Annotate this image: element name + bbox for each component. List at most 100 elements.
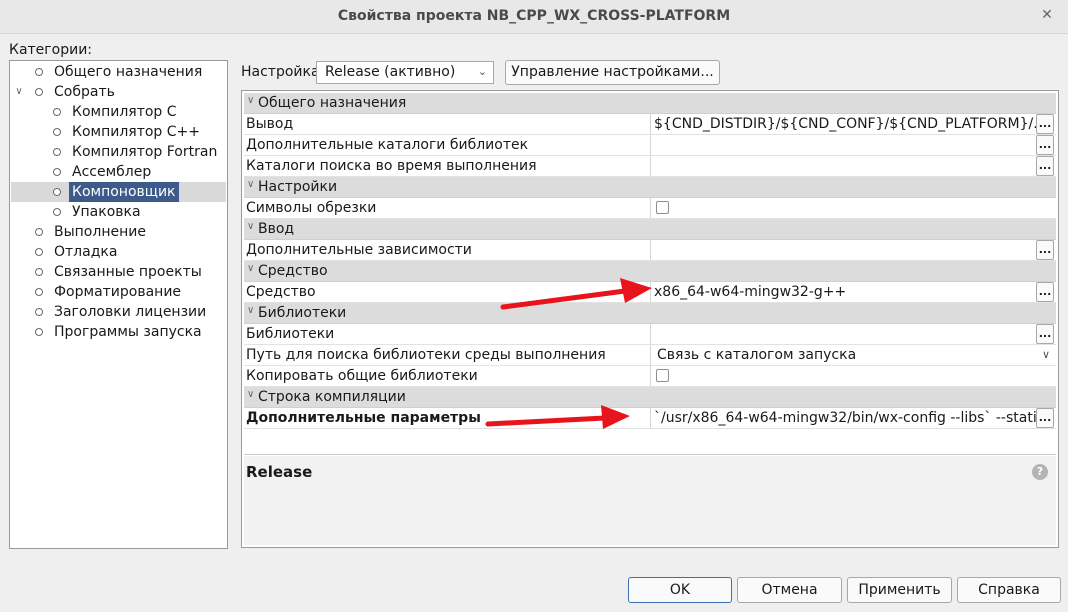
categories-label: Категории: [9, 42, 93, 58]
tree-item-label: Компоновщик [69, 182, 179, 202]
property-category-label: Библиотеки [258, 305, 347, 321]
tree-item-label: Программы запуска [54, 324, 202, 340]
tree-item[interactable]: Общего назначения [10, 62, 226, 82]
tree-item-label: Компилятор Fortran [72, 144, 218, 160]
property-row[interactable]: Копировать общие библиотеки [244, 366, 1056, 387]
chevron-down-icon[interactable]: ∨ [247, 389, 254, 400]
property-category-label: Ввод [258, 221, 295, 237]
tree-bullet-icon [53, 108, 61, 116]
property-category[interactable]: ∨ Ввод [244, 219, 1056, 240]
property-category[interactable]: ∨ Настройки [244, 177, 1056, 198]
categories-tree[interactable]: Общего назначения ∨ Собрать Компилятор C Ком… [9, 60, 228, 549]
tree-item[interactable]: ∨ Собрать [10, 82, 226, 102]
property-name: Библиотеки [246, 326, 335, 342]
tree-item[interactable]: Компоновщик [10, 182, 226, 202]
tree-item-label: Собрать [54, 84, 115, 100]
chevron-down-icon[interactable]: ∨ [247, 221, 254, 232]
property-category[interactable]: ∨ Библиотеки [244, 303, 1056, 324]
cancel-button[interactable]: Отмена [737, 577, 842, 603]
help-button[interactable]: Справка [957, 577, 1061, 603]
property-row[interactable]: Вывод ${CND_DISTDIR}/${CND_CONF}/${CND_PL… [244, 114, 1056, 135]
property-category[interactable]: ∨ Средство [244, 261, 1056, 282]
tree-bullet-icon [35, 228, 43, 236]
property-value[interactable]: `/usr/x86_64-w64-mingw32/bin/wx-config -… [654, 410, 1036, 426]
ellipsis-button[interactable]: ... [1036, 156, 1054, 176]
ellipsis-button[interactable]: ... [1036, 282, 1054, 302]
chevron-down-icon[interactable]: ∨ [1042, 348, 1050, 361]
property-row[interactable]: Средство x86_64-w64-mingw32-g++... [244, 282, 1056, 303]
property-category-label: Строка компиляции [258, 389, 406, 405]
chevron-down-icon: ⌄ [477, 65, 487, 78]
ellipsis-button[interactable]: ... [1036, 135, 1054, 155]
tree-item-label: Компилятор C++ [72, 124, 200, 140]
chevron-down-icon[interactable]: ∨ [247, 179, 254, 190]
ok-button[interactable]: OK [628, 577, 732, 603]
tree-item[interactable]: Упаковка [10, 202, 226, 222]
ellipsis-button[interactable]: ... [1036, 408, 1054, 428]
tree-item[interactable]: Отладка [10, 242, 226, 262]
tree-item[interactable]: Заголовки лицензии [10, 302, 226, 322]
property-row[interactable]: Дополнительные параметры `/usr/x86_64-w64… [244, 408, 1056, 429]
column-divider [650, 366, 651, 386]
tree-bullet-icon [53, 168, 61, 176]
property-value[interactable]: ${CND_DISTDIR}/${CND_CONF}/${CND_PLATFOR… [654, 116, 1036, 132]
apply-button[interactable]: Применить [847, 577, 952, 603]
tree-item[interactable]: Выполнение [10, 222, 226, 242]
column-divider [650, 282, 651, 302]
property-row[interactable]: Дополнительные зависимости... [244, 240, 1056, 261]
property-checkbox[interactable] [656, 369, 669, 382]
column-divider [650, 408, 651, 428]
tree-item-label: Компилятор C [72, 104, 177, 120]
ellipsis-button[interactable]: ... [1036, 324, 1054, 344]
property-category[interactable]: ∨ Общего назначения [244, 93, 1056, 114]
ellipsis-button[interactable]: ... [1036, 240, 1054, 260]
tree-item-label: Общего назначения [54, 64, 203, 80]
column-divider [650, 198, 651, 218]
property-name: Каталоги поиска во время выполнения [246, 158, 537, 174]
property-name: Путь для поиска библиотеки среды выполне… [246, 347, 606, 363]
tree-item[interactable]: Связанные проекты [10, 262, 226, 282]
property-row[interactable]: Символы обрезки [244, 198, 1056, 219]
close-icon[interactable]: ✕ [1038, 6, 1056, 24]
property-row[interactable]: Дополнительные каталоги библиотек... [244, 135, 1056, 156]
chevron-down-icon[interactable]: ∨ [14, 82, 24, 102]
column-divider [650, 324, 651, 344]
tree-item[interactable]: Ассемблер [10, 162, 226, 182]
tree-item[interactable]: Программы запуска [10, 322, 226, 342]
tree-item-label: Заголовки лицензии [54, 304, 207, 320]
tree-bullet-icon [53, 208, 61, 216]
tree-bullet-icon [35, 88, 43, 96]
tree-bullet-icon [35, 288, 43, 296]
tree-bullet-icon [35, 328, 43, 336]
property-value[interactable]: x86_64-w64-mingw32-g++ [654, 284, 1036, 300]
ellipsis-button[interactable]: ... [1036, 114, 1054, 134]
help-icon[interactable]: ? [1032, 464, 1048, 480]
tree-item[interactable]: Компилятор C [10, 102, 226, 122]
tree-item[interactable]: Компилятор C++ [10, 122, 226, 142]
chevron-down-icon[interactable]: ∨ [247, 305, 254, 316]
window-title: Свойства проекта NB_CPP_WX_CROSS-PLATFOR… [337, 8, 731, 24]
property-row[interactable]: Библиотеки... [244, 324, 1056, 345]
property-category-label: Средство [258, 263, 328, 279]
property-category-label: Общего назначения [258, 95, 407, 111]
property-category[interactable]: ∨ Строка компиляции [244, 387, 1056, 408]
property-name: Дополнительные каталоги библиотек [246, 137, 529, 153]
chevron-down-icon[interactable]: ∨ [247, 263, 254, 274]
description-title: Release [246, 463, 313, 481]
manage-configurations-button[interactable]: Управление настройками... [505, 60, 720, 85]
tree-item[interactable]: Компилятор Fortran [10, 142, 226, 162]
property-row[interactable]: Каталоги поиска во время выполнения... [244, 156, 1056, 177]
title-bar: Свойства проекта NB_CPP_WX_CROSS-PLATFOR… [0, 0, 1068, 34]
property-sheet: Release ? ∨ Общего назначения Вывод ${CND_D… [241, 90, 1059, 548]
property-row[interactable]: Путь для поиска библиотеки среды выполне… [244, 345, 1056, 366]
tree-item-label: Форматирование [54, 284, 182, 300]
tree-item-label: Ассемблер [72, 164, 152, 180]
configuration-select[interactable]: Release (активно) ⌄ [316, 61, 494, 84]
chevron-down-icon[interactable]: ∨ [247, 95, 254, 106]
column-divider [650, 240, 651, 260]
description-panel: Release ? [244, 456, 1056, 545]
configuration-label: Настройка: [241, 64, 325, 80]
tree-item[interactable]: Форматирование [10, 282, 226, 302]
property-select[interactable]: Связь с каталогом запуска [657, 347, 1039, 363]
property-checkbox[interactable] [656, 201, 669, 214]
